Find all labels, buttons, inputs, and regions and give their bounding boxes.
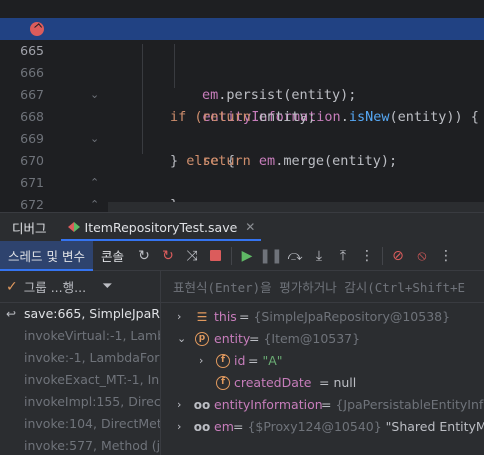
code-line[interactable]: 671 ⌃ } <box>0 150 484 211</box>
debug-toolbar: 스레드 및 변수 콘솔 ↻ ↻ ⤨ ▶︎ ❚❚ ⤼ ⤓ ⤒ ⋮ ⊘ ⦸ ⋮ <box>0 240 484 271</box>
session-tab-label: ItemRepositoryTest.save <box>84 219 238 235</box>
debug-tabbar: 디버그 ItemRepositoryTest.save ✕ <box>0 213 484 241</box>
variable-name: entityInformation <box>214 397 323 412</box>
frames-header[interactable]: ✓ 그룹 ...행... ⏷ <box>0 271 160 303</box>
frame-label: invokeImpl:155, Direct <box>24 394 161 409</box>
variable-row[interactable]: › f id = "A" <box>161 350 484 372</box>
pause-icon[interactable]: ❚❚ <box>259 245 282 267</box>
equals: = <box>239 309 254 324</box>
parameter-icon: p <box>195 332 209 346</box>
frame-label: invoke:-1, LambdaForr <box>24 350 161 365</box>
frame-label: invokeVirtual:-1, Lamb <box>24 328 161 343</box>
frame-label: save:665, SimpleJpaR <box>24 306 160 321</box>
debug-title: 디버그 <box>12 220 47 236</box>
variables-panel: 표현식(Enter)을 평가하거나 감시(Ctrl+Shift+E › ☰ th… <box>161 271 484 455</box>
field-icon: f <box>216 354 230 368</box>
stop-icon[interactable] <box>205 245 227 267</box>
return-arrow-icon: ↩ <box>6 307 17 321</box>
mute-breakpoints-icon[interactable]: ⦸ <box>411 245 433 267</box>
view-breakpoints-icon[interactable]: ⊘ <box>387 245 409 267</box>
frames-panel: ✓ 그룹 ...행... ⏷ ↩ save:665, SimpleJpaR in… <box>0 271 161 455</box>
resume-icon[interactable]: ▶︎ <box>236 245 258 267</box>
variable-value: {JpaPersistableEntityInf <box>335 397 484 412</box>
code-line[interactable]: 668 ⌄ } else { <box>0 84 484 169</box>
frame-label: invokeExact_MT:-1, In <box>24 372 160 387</box>
variable-row[interactable]: › oo em = {$Proxy124@10540} "Shared Enti… <box>161 416 484 438</box>
evaluate-placeholder: 표현식(Enter)을 평가하거나 감시(Ctrl+Shift+E <box>173 280 466 295</box>
equals: = <box>249 331 264 346</box>
chevron-right-icon[interactable]: › <box>177 416 181 438</box>
equals: = <box>319 375 334 390</box>
frame-label: invoke:577, Method (j <box>24 438 161 453</box>
code-line[interactable]: 670 ⌃ } <box>0 128 484 212</box>
tab-console-label: 콘솔 <box>100 249 124 264</box>
code-line[interactable]: 669 return em.merge(entity); <box>0 106 484 169</box>
more-options-icon[interactable]: ⋮ <box>435 245 457 267</box>
close-icon[interactable]: ✕ <box>245 220 255 234</box>
restart-debug-icon[interactable]: ⤨ <box>181 245 203 267</box>
stack-icon: ☰ <box>196 310 208 324</box>
chevron-right-icon[interactable]: › <box>199 350 203 372</box>
code-line[interactable]: 667 return entity; <box>0 62 484 125</box>
rerun-failed-icon[interactable]: ↻ <box>157 245 179 267</box>
rerun-icon[interactable]: ↻ <box>133 245 155 267</box>
code-line[interactable]: 666 em.persist(entity); <box>0 40 484 103</box>
more-icon[interactable]: ⋮ <box>356 245 378 267</box>
toolbar-separator <box>381 246 383 265</box>
variable-row[interactable]: › ☰ this = {SimpleJpaRepository@10538} <box>161 306 484 328</box>
variable-value: "A" <box>262 353 283 368</box>
tab-threads-variables-label: 스레드 및 변수 <box>8 249 85 264</box>
equals: = <box>248 353 263 368</box>
toolbar-separator <box>230 246 232 265</box>
frame-item[interactable]: invokeExact_MT:-1, In <box>0 369 160 391</box>
variable-row[interactable]: f createdDate = null <box>161 372 484 394</box>
field-icon: f <box>216 376 230 390</box>
frame-item-current[interactable]: ↩ save:665, SimpleJpaR <box>0 303 160 325</box>
variable-value: null <box>333 375 357 390</box>
variable-name: createdDate <box>234 375 312 390</box>
variable-name: entity <box>214 331 251 346</box>
frame-item[interactable]: invoke:577, Method (j <box>0 435 160 455</box>
watch-glasses-icon: oo <box>193 420 211 434</box>
variable-value: {Item@10537} <box>263 331 361 346</box>
tab-console[interactable]: 콘솔 <box>93 241 132 271</box>
thread-selector[interactable]: 그룹 ...행... <box>24 277 86 296</box>
debug-tool-window: 디버그 ItemRepositoryTest.save ✕ 스레드 및 변수 콘… <box>0 212 484 455</box>
breakpoint-icon[interactable] <box>30 22 44 36</box>
code-line[interactable]: 664 <box>0 0 484 36</box>
variable-extra: "Shared EntityMa <box>381 419 484 434</box>
variable-name: this <box>214 309 237 324</box>
frame-item[interactable]: invokeVirtual:-1, Lamb <box>0 325 160 347</box>
equals: = <box>321 397 336 412</box>
equals: = <box>233 419 248 434</box>
code-line[interactable]: 672 <box>0 172 484 212</box>
chevron-right-icon[interactable]: › <box>177 394 181 416</box>
step-over-icon[interactable]: ⤼ <box>284 245 306 267</box>
chevron-right-icon[interactable]: › <box>177 306 181 328</box>
frame-item[interactable]: invoke:104, DirectMet <box>0 413 160 435</box>
frame-item[interactable]: invokeImpl:155, Direct <box>0 391 160 413</box>
variable-value: {$Proxy124@10540} <box>247 419 382 434</box>
filter-icon[interactable]: ⏷ <box>102 279 112 294</box>
frame-label: invoke:104, DirectMet <box>24 416 161 431</box>
chevron-down-icon[interactable]: ⌄ <box>177 328 186 350</box>
junit-icon <box>67 220 81 234</box>
frame-item[interactable]: invoke:-1, LambdaForr <box>0 347 160 369</box>
variable-row[interactable]: ⌄ p entity = {Item@10537} <box>161 328 484 350</box>
watch-glasses-icon: oo <box>193 398 211 412</box>
editor-separator <box>108 202 484 212</box>
evaluate-expression-input[interactable]: 표현식(Enter)을 평가하거나 감시(Ctrl+Shift+E <box>161 271 484 303</box>
variable-value: {SimpleJpaRepository@10538} <box>253 309 451 324</box>
tab-threads-variables[interactable]: 스레드 및 변수 <box>0 240 93 271</box>
variable-row[interactable]: › oo entityInformation = {JpaPersistable… <box>161 394 484 416</box>
code-line-current[interactable]: 665 ⌄ if (entityInformation.isNew(entity… <box>0 18 484 125</box>
step-out-icon[interactable]: ⤒ <box>332 245 354 267</box>
check-icon: ✓ <box>6 278 18 295</box>
step-into-icon[interactable]: ⤓ <box>308 245 330 267</box>
code-editor[interactable]: 664 665 ⌄ if (entityInformation.isNew(en… <box>0 0 484 212</box>
variable-name: em <box>214 419 234 434</box>
variable-name: id <box>234 353 246 368</box>
tab-debug-session[interactable]: ItemRepositoryTest.save ✕ <box>59 213 264 241</box>
